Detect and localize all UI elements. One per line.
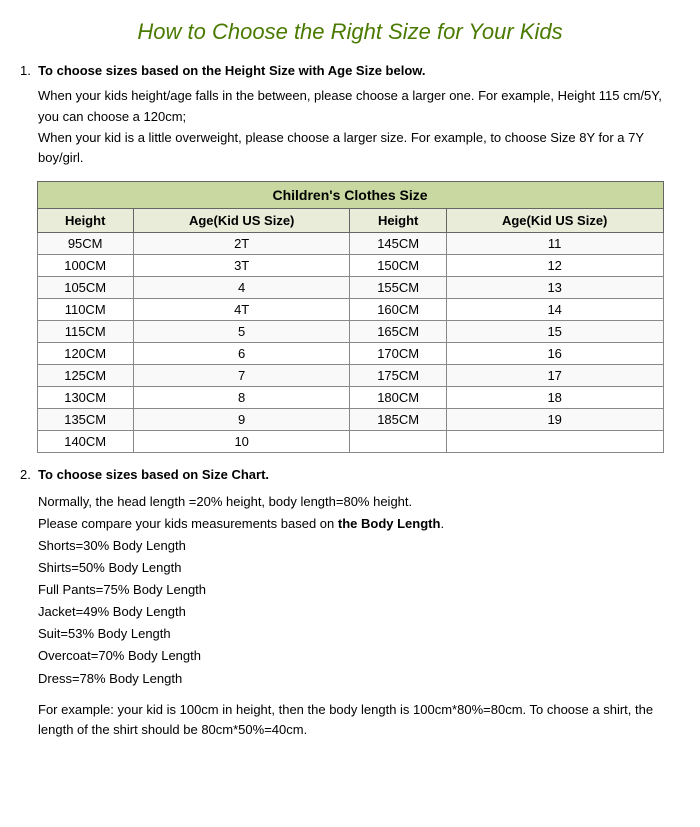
table-cell: 165CM (350, 321, 446, 343)
size-table: Children's Clothes Size Height Age(Kid U… (37, 181, 664, 453)
table-cell: 5 (133, 321, 350, 343)
table-cell: 105CM (37, 277, 133, 299)
table-cell: 100CM (37, 255, 133, 277)
section2-item: Overcoat=70% Body Length (38, 645, 680, 667)
section2-heading-text: To choose sizes based on Size Chart. (38, 467, 269, 482)
table-cell: 130CM (37, 387, 133, 409)
table-row: 100CM3T150CM12 (37, 255, 663, 277)
table-cell: 115CM (37, 321, 133, 343)
section1-heading: 1. To choose sizes based on the Height S… (20, 61, 680, 81)
table-row: 95CM2T145CM11 (37, 233, 663, 255)
table-cell: 175CM (350, 365, 446, 387)
table-row: 120CM6170CM16 (37, 343, 663, 365)
table-row: 125CM7175CM17 (37, 365, 663, 387)
table-body: 95CM2T145CM11100CM3T150CM12105CM4155CM13… (37, 233, 663, 453)
table-cell: 8 (133, 387, 350, 409)
section2-line2-suffix: . (440, 516, 444, 531)
table-cell: 9 (133, 409, 350, 431)
section1-body2: When your kid is a little overweight, pl… (38, 130, 644, 166)
table-cell: 155CM (350, 277, 446, 299)
size-table-container: Children's Clothes Size Height Age(Kid U… (37, 181, 664, 453)
table-cell: 19 (446, 409, 663, 431)
section2-item: Shorts=30% Body Length (38, 535, 680, 557)
table-cell (350, 431, 446, 453)
section2-item: Shirts=50% Body Length (38, 557, 680, 579)
section2-item: Dress=78% Body Length (38, 668, 680, 690)
table-cell: 2T (133, 233, 350, 255)
table-cell: 95CM (37, 233, 133, 255)
section1-heading-text: To choose sizes based on the Height Size… (38, 63, 425, 78)
section2-line1: Normally, the head length =20% height, b… (38, 491, 680, 513)
section1-body: When your kids height/age falls in the b… (38, 86, 680, 169)
table-cell: 120CM (37, 343, 133, 365)
col-header-height2: Height (350, 209, 446, 233)
table-cell: 15 (446, 321, 663, 343)
section2-example: For example: your kid is 100cm in height… (38, 700, 680, 742)
table-row: 105CM4155CM13 (37, 277, 663, 299)
table-cell: 160CM (350, 299, 446, 321)
table-cell: 4 (133, 277, 350, 299)
table-cell: 13 (446, 277, 663, 299)
table-title: Children's Clothes Size (37, 182, 663, 209)
table-cell: 4T (133, 299, 350, 321)
section2: 2. To choose sizes based on Size Chart. … (20, 465, 680, 741)
table-cell: 18 (446, 387, 663, 409)
table-row: 110CM4T160CM14 (37, 299, 663, 321)
table-cell: 140CM (37, 431, 133, 453)
table-row: 140CM10 (37, 431, 663, 453)
col-header-height1: Height (37, 209, 133, 233)
table-cell: 11 (446, 233, 663, 255)
section2-items: Shorts=30% Body LengthShirts=50% Body Le… (38, 535, 680, 690)
section2-item: Suit=53% Body Length (38, 623, 680, 645)
table-cell: 145CM (350, 233, 446, 255)
section2-line2-prefix: Please compare your kids measurements ba… (38, 516, 338, 531)
page-title: How to Choose the Right Size for Your Ki… (20, 10, 680, 47)
section2-item: Full Pants=75% Body Length (38, 579, 680, 601)
table-cell: 150CM (350, 255, 446, 277)
table-col-header-row: Height Age(Kid US Size) Height Age(Kid U… (37, 209, 663, 233)
section2-line2-bold: the Body Length (338, 516, 441, 531)
col-header-age2: Age(Kid US Size) (446, 209, 663, 233)
table-cell: 3T (133, 255, 350, 277)
table-title-row: Children's Clothes Size (37, 182, 663, 209)
table-cell: 180CM (350, 387, 446, 409)
table-cell: 17 (446, 365, 663, 387)
table-row: 130CM8180CM18 (37, 387, 663, 409)
section1: 1. To choose sizes based on the Height S… (20, 61, 680, 170)
table-cell: 6 (133, 343, 350, 365)
section2-item: Jacket=49% Body Length (38, 601, 680, 623)
table-cell: 7 (133, 365, 350, 387)
table-cell: 12 (446, 255, 663, 277)
table-cell: 135CM (37, 409, 133, 431)
table-cell: 16 (446, 343, 663, 365)
table-cell: 185CM (350, 409, 446, 431)
table-cell: 10 (133, 431, 350, 453)
section1-body1: When your kids height/age falls in the b… (38, 88, 662, 124)
table-cell: 14 (446, 299, 663, 321)
table-row: 135CM9185CM19 (37, 409, 663, 431)
section2-heading: 2. To choose sizes based on Size Chart. (20, 465, 680, 485)
table-cell: 125CM (37, 365, 133, 387)
table-row: 115CM5165CM15 (37, 321, 663, 343)
table-cell: 170CM (350, 343, 446, 365)
table-cell (446, 431, 663, 453)
table-cell: 110CM (37, 299, 133, 321)
section2-line2: Please compare your kids measurements ba… (38, 513, 680, 535)
col-header-age1: Age(Kid US Size) (133, 209, 350, 233)
section2-body: Normally, the head length =20% height, b… (38, 491, 680, 690)
